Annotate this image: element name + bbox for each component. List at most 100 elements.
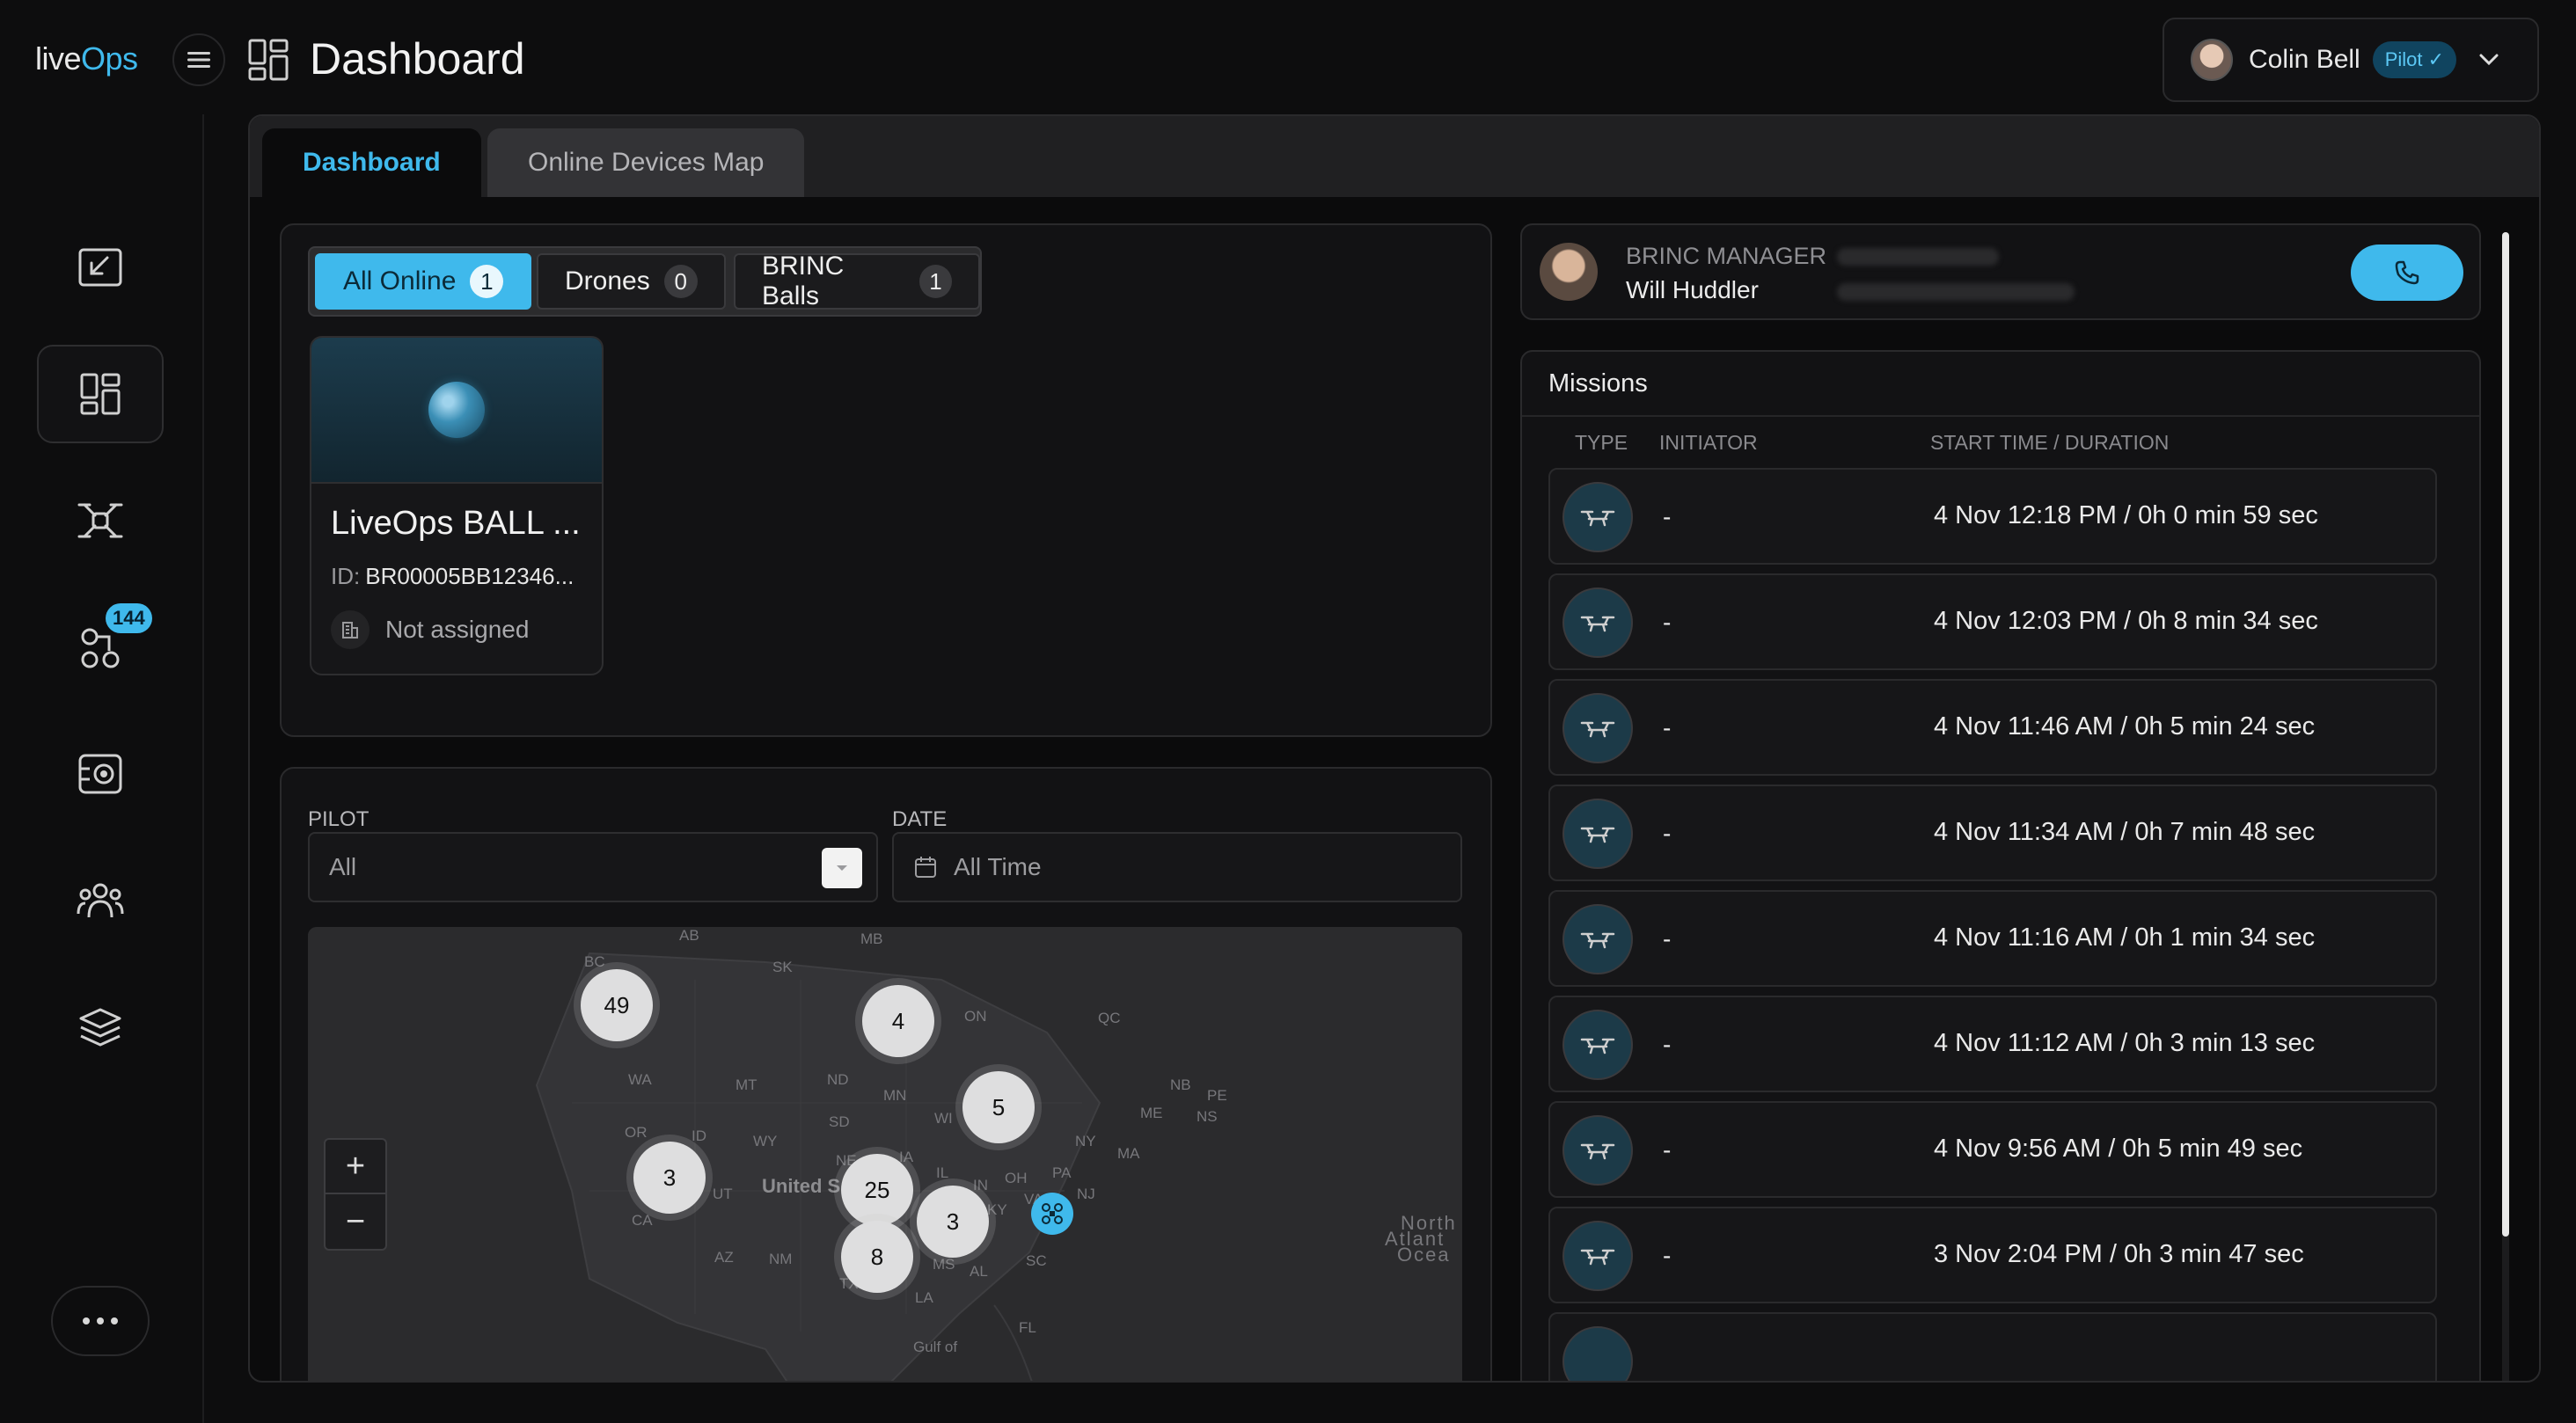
call-button[interactable]	[2351, 244, 2463, 301]
map-cluster[interactable]: 4	[862, 985, 934, 1057]
filter-count: 1	[918, 265, 952, 298]
map-cluster[interactable]: 3	[917, 1186, 989, 1258]
map-label: MN	[883, 1087, 907, 1104]
map-label: IN	[973, 1177, 988, 1193]
map-label: WY	[753, 1133, 778, 1149]
filter-label: All Online	[343, 266, 457, 296]
filter-count: 1	[470, 265, 504, 298]
map-label: NM	[769, 1251, 793, 1267]
role-badge: Pilot ✓	[2372, 41, 2457, 78]
mission-row[interactable]: - 4 Nov 9:56 AM / 0h 5 min 49 sec	[1548, 1101, 2437, 1198]
avatar	[2191, 39, 2233, 81]
map-label: OH	[1005, 1170, 1028, 1186]
filter-drones[interactable]: Drones 0	[537, 253, 726, 310]
zoom-in-button[interactable]: +	[326, 1140, 385, 1194]
filter-count: 0	[663, 265, 698, 298]
tab-online-devices-map[interactable]: Online Devices Map	[487, 128, 805, 197]
drone-mission-icon	[1562, 904, 1633, 974]
pilot-select[interactable]: All	[308, 832, 878, 902]
map-view[interactable]: AB SK MB BC ON QC WA MT ND MN NB PE ME N…	[308, 927, 1462, 1381]
sidebar-item-layers[interactable]	[37, 978, 164, 1076]
map-label: Ocea	[1397, 1244, 1451, 1266]
more-button[interactable]	[51, 1286, 150, 1356]
page-title: Dashboard	[310, 34, 525, 84]
mission-row-partial[interactable]	[1548, 1312, 2437, 1381]
map-label: NY	[1075, 1133, 1096, 1149]
map-label: ME	[1140, 1105, 1163, 1121]
menu-button[interactable]	[172, 33, 225, 86]
mission-row[interactable]: - 4 Nov 12:18 PM / 0h 0 min 59 sec	[1548, 468, 2437, 565]
drone-mission-icon	[1562, 587, 1633, 658]
dot	[83, 1317, 90, 1324]
mission-initiator: -	[1663, 1136, 1672, 1164]
dot	[111, 1317, 118, 1324]
sidebar-item-users[interactable]	[37, 851, 164, 950]
camera-icon	[78, 754, 122, 794]
mission-initiator: -	[1663, 820, 1672, 847]
map-label: AB	[679, 927, 699, 944]
drone-icon	[1042, 1203, 1063, 1224]
sidebar-item-drones[interactable]	[37, 471, 164, 570]
mission-initiator: -	[1663, 925, 1672, 952]
device-card[interactable]: LiveOps BALL ... ID: BR00005BB12346... No…	[310, 336, 604, 675]
drone-icon	[77, 503, 123, 538]
mission-row[interactable]: - 4 Nov 12:03 PM / 0h 8 min 34 sec	[1548, 573, 2437, 670]
filter-brinc-balls[interactable]: BRINC Balls 1	[734, 252, 980, 310]
map-label: SK	[772, 959, 793, 975]
map-label: ID	[692, 1127, 706, 1144]
mission-row[interactable]: - 4 Nov 11:12 AM / 0h 3 min 13 sec	[1548, 996, 2437, 1092]
column-header-type: TYPE	[1575, 431, 1628, 454]
device-image	[311, 338, 602, 484]
mission-row[interactable]: - 4 Nov 11:16 AM / 0h 1 min 34 sec	[1548, 890, 2437, 987]
mission-start-time: 4 Nov 11:12 AM / 0h 3 min 13 sec	[1934, 1029, 2316, 1057]
scrollbar-thumb[interactable]	[2502, 232, 2509, 1237]
manager-avatar	[1540, 243, 1598, 301]
mission-start-time: 4 Nov 12:03 PM / 0h 8 min 34 sec	[1934, 607, 2318, 635]
user-menu[interactable]: Colin Bell Pilot ✓	[2163, 18, 2539, 102]
manager-role: BRINC MANAGER	[1626, 243, 1827, 269]
divider	[1522, 415, 2479, 417]
map-cluster[interactable]: 8	[841, 1221, 913, 1293]
drone-location-pin[interactable]	[1031, 1193, 1073, 1235]
device-id: ID: BR00005BB12346...	[331, 563, 574, 590]
map-cluster[interactable]: 49	[581, 969, 653, 1041]
device-assignment: Not assigned	[331, 610, 529, 649]
dashboard-icon	[248, 39, 289, 81]
map-label: AL	[970, 1263, 988, 1280]
mission-row[interactable]: - 4 Nov 11:34 AM / 0h 7 min 48 sec	[1548, 784, 2437, 881]
filter-label: BRINC Balls	[762, 252, 845, 310]
mission-start-time: 4 Nov 11:46 AM / 0h 5 min 24 sec	[1934, 712, 2316, 741]
device-name: LiveOps BALL ...	[331, 505, 581, 542]
mission-row[interactable]: - 3 Nov 2:04 PM / 0h 3 min 47 sec	[1548, 1207, 2437, 1303]
map-label: OR	[625, 1124, 648, 1141]
redacted-email	[1837, 283, 2075, 301]
mission-start-time: 4 Nov 11:34 AM / 0h 7 min 48 sec	[1934, 818, 2316, 846]
sidebar-item-exit[interactable]	[37, 218, 164, 317]
map-label: Gulf of	[913, 1339, 958, 1355]
map-cluster[interactable]: 5	[962, 1071, 1035, 1143]
chevron-down-icon	[2479, 54, 2499, 66]
zoom-out-button[interactable]: −	[326, 1194, 385, 1249]
map-cluster[interactable]: 25	[841, 1154, 913, 1226]
devices-card: All Online 1 Drones 0 BRINC Balls 1 LiveOps…	[280, 223, 1492, 737]
map-label: WI	[934, 1110, 953, 1127]
map-label: ON	[964, 1008, 987, 1025]
mission-row[interactable]: - 4 Nov 11:46 AM / 0h 5 min 24 sec	[1548, 679, 2437, 776]
map-label: MS	[933, 1256, 955, 1273]
assignment-text: Not assigned	[385, 616, 530, 643]
app-logo[interactable]: liveOps	[35, 40, 138, 77]
filter-label: Drones	[565, 266, 650, 296]
date-picker[interactable]: All Time	[892, 832, 1462, 902]
map-label: PE	[1207, 1087, 1227, 1104]
sidebar-item-dashboard[interactable]	[37, 345, 164, 443]
map-cluster[interactable]: 3	[633, 1142, 706, 1214]
notification-badge: 144	[106, 603, 152, 633]
filter-all-online[interactable]: All Online 1	[315, 253, 532, 310]
drone-mission-icon	[1562, 1115, 1633, 1186]
sidebar-item-camera[interactable]	[37, 725, 164, 823]
main-panel: Dashboard Online Devices Map All Online 1…	[248, 114, 2541, 1383]
date-label: DATE	[892, 807, 948, 831]
map-label: FL	[1019, 1319, 1036, 1336]
tab-dashboard[interactable]: Dashboard	[262, 128, 481, 197]
tab-bar: Dashboard Online Devices Map	[250, 116, 2539, 197]
